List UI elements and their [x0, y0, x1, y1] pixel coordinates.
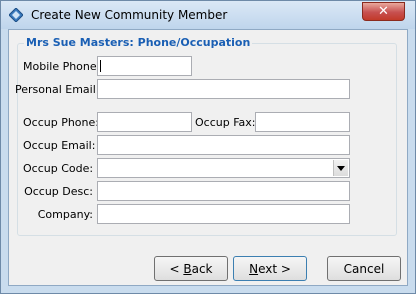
personal-email-label: Personal Email:	[15, 83, 100, 96]
occup-desc-field[interactable]	[97, 181, 350, 201]
group-title: Mrs Sue Masters: Phone/Occupation	[24, 36, 253, 49]
cancel-button[interactable]: Cancel	[327, 256, 401, 281]
occup-phone-label: Occup Phone:	[23, 116, 99, 129]
chevron-down-icon	[337, 165, 345, 171]
occup-desc-label: Occup Desc:	[24, 185, 93, 198]
mobile-phone-field[interactable]	[97, 56, 192, 76]
window-title: Create New Community Member	[31, 8, 228, 22]
occup-code-label: Occup Code:	[23, 162, 94, 175]
dropdown-button[interactable]	[333, 160, 348, 176]
occup-fax-label: Occup Fax:	[195, 116, 256, 129]
back-button[interactable]: < Back	[154, 256, 228, 281]
occup-email-label: Occup Email:	[23, 139, 96, 152]
dialog-window: Create New Community Member ✕ Mrs Sue Ma…	[0, 0, 416, 294]
title-bar[interactable]: Create New Community Member ✕	[1, 1, 415, 29]
next-button[interactable]: Next >	[233, 256, 307, 281]
occup-code-select[interactable]	[97, 158, 350, 178]
text-caret	[100, 60, 101, 72]
occup-email-field[interactable]	[97, 135, 350, 155]
back-button-label: < Back	[169, 261, 213, 276]
app-icon	[9, 8, 23, 22]
company-label: Company:	[37, 208, 93, 221]
personal-email-field[interactable]	[97, 79, 350, 99]
company-field[interactable]	[97, 204, 350, 224]
occup-fax-field[interactable]	[255, 112, 350, 132]
close-button[interactable]: ✕	[362, 2, 405, 21]
dialog-client-area: Mrs Sue Masters: Phone/Occupation Mobile…	[8, 29, 408, 286]
mobile-phone-label: Mobile Phone:	[23, 60, 101, 73]
next-button-label: Next >	[249, 261, 291, 276]
occup-phone-field[interactable]	[97, 112, 192, 132]
close-icon: ✕	[378, 4, 389, 19]
